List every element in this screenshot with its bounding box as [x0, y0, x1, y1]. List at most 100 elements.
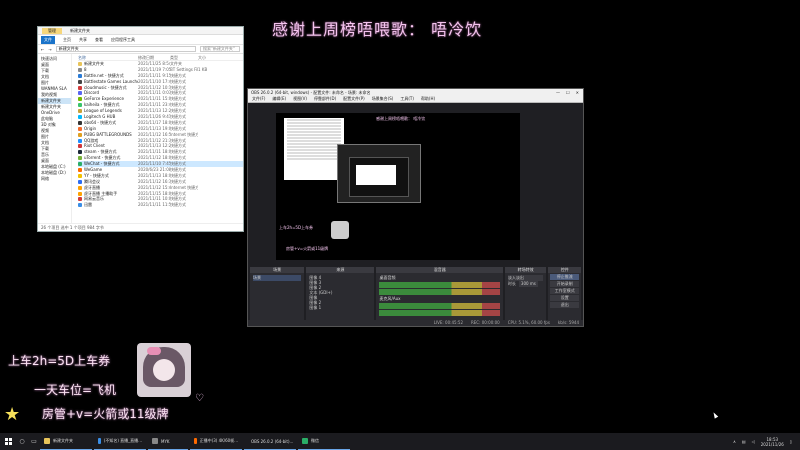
taskbar-item-label: (不知名) 直播_直播...: [103, 438, 142, 443]
file-icon: [78, 162, 82, 167]
address-bar[interactable]: 新建文件夹: [55, 46, 196, 52]
ribbon-tab-apptools[interactable]: 应用程序工具: [111, 37, 135, 43]
app-icon: [98, 438, 101, 444]
taskbar-item[interactable]: OBS 26.0.2 (64-bit)...: [244, 433, 296, 450]
search-icon[interactable]: ○: [16, 433, 28, 450]
file-row[interactable]: 迅雷 2021/11/11 11:55快捷方式: [78, 202, 243, 208]
menu-item[interactable]: 工具(T): [400, 96, 414, 102]
forward-icon[interactable]: →: [48, 47, 51, 52]
column-type[interactable]: 类型: [170, 54, 198, 60]
taskbar-item-label: 正播中(3) 4K/60帧...: [199, 438, 238, 443]
file-icon: [78, 73, 82, 78]
status-item: LIVE: 00:45:52: [433, 320, 463, 325]
menu-item[interactable]: 文件(F): [252, 96, 265, 102]
file-icon: [78, 120, 82, 125]
scenes-dock: 场景 场景 +−∧∨: [250, 267, 305, 324]
obs-docks: 场景 场景 +−∧∨ 来源 图像 4图像 3图像 2文本 (GDI+)图像图像 …: [248, 267, 583, 324]
file-icon: [78, 179, 82, 184]
ribbon-tab-home[interactable]: 主页: [63, 37, 71, 43]
star-icon: ★: [4, 404, 21, 425]
transitions-dock: 转场特效 淡入淡出 时长 300 ms: [504, 267, 547, 324]
obs-title: OBS 26.0.2 (64-bit, windows) - 配置文件: 未命名…: [251, 89, 371, 95]
menu-item[interactable]: 视图(V): [293, 96, 307, 102]
mic-audio-meter-2: [379, 310, 500, 316]
taskbar-item[interactable]: 正播中(3) 4K/60帧...: [190, 433, 242, 450]
control-button[interactable]: 设置: [550, 295, 579, 301]
overlay-top-text: 感谢上周榜唔喂歌： 唔冷饮: [272, 20, 483, 39]
duration-label: 时长: [507, 281, 516, 286]
task-view-icon[interactable]: ▭: [28, 433, 40, 450]
manage-tab[interactable]: 管理: [42, 27, 62, 34]
menu-item[interactable]: 帮助(H): [421, 96, 435, 102]
back-icon[interactable]: ←: [41, 47, 44, 52]
mixer-mic-label: 麦克风/Aux: [379, 296, 401, 301]
maximize-icon[interactable]: ☐: [566, 90, 570, 95]
scene-item[interactable]: 场景: [253, 275, 302, 281]
file-icon: [78, 91, 82, 96]
app-icon: [302, 438, 308, 444]
column-date[interactable]: 修改日期: [138, 54, 170, 60]
avatar: [137, 343, 191, 397]
file-icon: [78, 79, 82, 84]
file-icon: [78, 138, 82, 143]
overlay-line2: 一天车位=飞机: [34, 383, 117, 397]
file-icon: [78, 109, 82, 114]
file-size: [198, 202, 218, 208]
file-icon: [78, 97, 82, 102]
column-size[interactable]: 大小: [198, 54, 218, 60]
ribbon-tab-view[interactable]: 查看: [95, 37, 103, 43]
file-icon: [78, 67, 82, 72]
taskbar-item[interactable]: (不知名) 直播_直播...: [94, 433, 146, 450]
preview-line1: 上车2h=5D上车券: [279, 225, 314, 230]
status-item: kb/s: 5944: [557, 320, 579, 325]
taskbar-item[interactable]: 新建文件夹: [40, 433, 92, 450]
network-icon[interactable]: ▤: [742, 439, 746, 444]
taskbar-item[interactable]: MYK: [148, 433, 188, 450]
mixer-dock: 混音器 桌面音频 麦克风/Aux: [376, 267, 503, 324]
nav-item[interactable]: 网络: [38, 176, 71, 182]
file-date: 2021/11/11 11:55: [138, 202, 170, 208]
control-button[interactable]: 工作室模式: [550, 288, 579, 294]
volume-icon[interactable]: ◁: [752, 439, 755, 444]
control-button[interactable]: 退出: [550, 302, 579, 308]
file-icon: [78, 203, 82, 208]
column-name[interactable]: 名称: [78, 54, 138, 60]
explorer-window[interactable]: 管理 新建文件夹 文件 主页 共享 查看 应用程序工具 ← → 新建文件夹 搜索…: [37, 26, 244, 232]
windows-logo-icon: [4, 438, 12, 445]
clock[interactable]: 18:53 2021/11/26: [761, 437, 784, 447]
explorer-title: 新建文件夹: [70, 27, 90, 33]
menu-item[interactable]: 配置文件(P): [343, 96, 365, 102]
source-item[interactable]: 图像 1: [309, 305, 371, 310]
notification-icon[interactable]: ▯: [790, 439, 792, 444]
app-icon: [152, 438, 158, 444]
obs-preview[interactable]: 感谢上周榜唔喂歌： 唔冷饮 上车2h=5D上车券 房管+v=火箭或11级牌: [276, 113, 520, 260]
app-icon: [194, 438, 197, 444]
file-list-header: 名称 修改日期 类型 大小: [78, 54, 243, 61]
obs-titlebar[interactable]: OBS 26.0.2 (64-bit, windows) - 配置文件: 未命名…: [248, 89, 583, 96]
ribbon-tab-share[interactable]: 共享: [79, 37, 87, 43]
explorer-titlebar[interactable]: 管理 新建文件夹: [38, 27, 243, 35]
explorer-status-bar: 26 个项目 选中 1 个项目 984 字节: [38, 223, 243, 231]
menu-item[interactable]: 编辑(E): [272, 96, 286, 102]
minimize-icon[interactable]: —: [556, 90, 560, 95]
desktop-audio-meter-2: [379, 289, 500, 295]
control-button[interactable]: 开始录制: [550, 281, 579, 287]
duration-input[interactable]: 300 ms: [518, 281, 538, 287]
status-item: REC: 00:00:00: [471, 320, 500, 325]
search-input[interactable]: 搜索"新建文件夹": [200, 46, 240, 52]
control-button[interactable]: 停止推流: [550, 274, 579, 280]
ribbon-tab-file[interactable]: 文件: [41, 35, 55, 44]
start-button[interactable]: [0, 433, 16, 450]
taskbar-item[interactable]: 微信: [298, 433, 350, 450]
close-icon[interactable]: ✕: [576, 90, 579, 95]
menu-item[interactable]: 场景集合(S): [372, 96, 394, 102]
file-icon: [78, 150, 82, 155]
preview-line3: 房管+v=火箭或11级牌: [286, 246, 329, 251]
file-icon: [78, 114, 82, 119]
file-name: 迅雷: [84, 202, 92, 208]
chevron-up-icon[interactable]: ∧: [733, 439, 736, 444]
explorer-address-row: ← → 新建文件夹 搜索"新建文件夹": [38, 45, 243, 54]
menu-item[interactable]: 停靠部件(D): [314, 96, 336, 102]
obs-menubar: 文件(F) 编辑(E) 视图(V) 停靠部件(D) 配置文件(P) 场景集合(S) 工具(T…: [248, 96, 583, 103]
obs-window[interactable]: OBS 26.0.2 (64-bit, windows) - 配置文件: 未命名…: [247, 88, 584, 327]
